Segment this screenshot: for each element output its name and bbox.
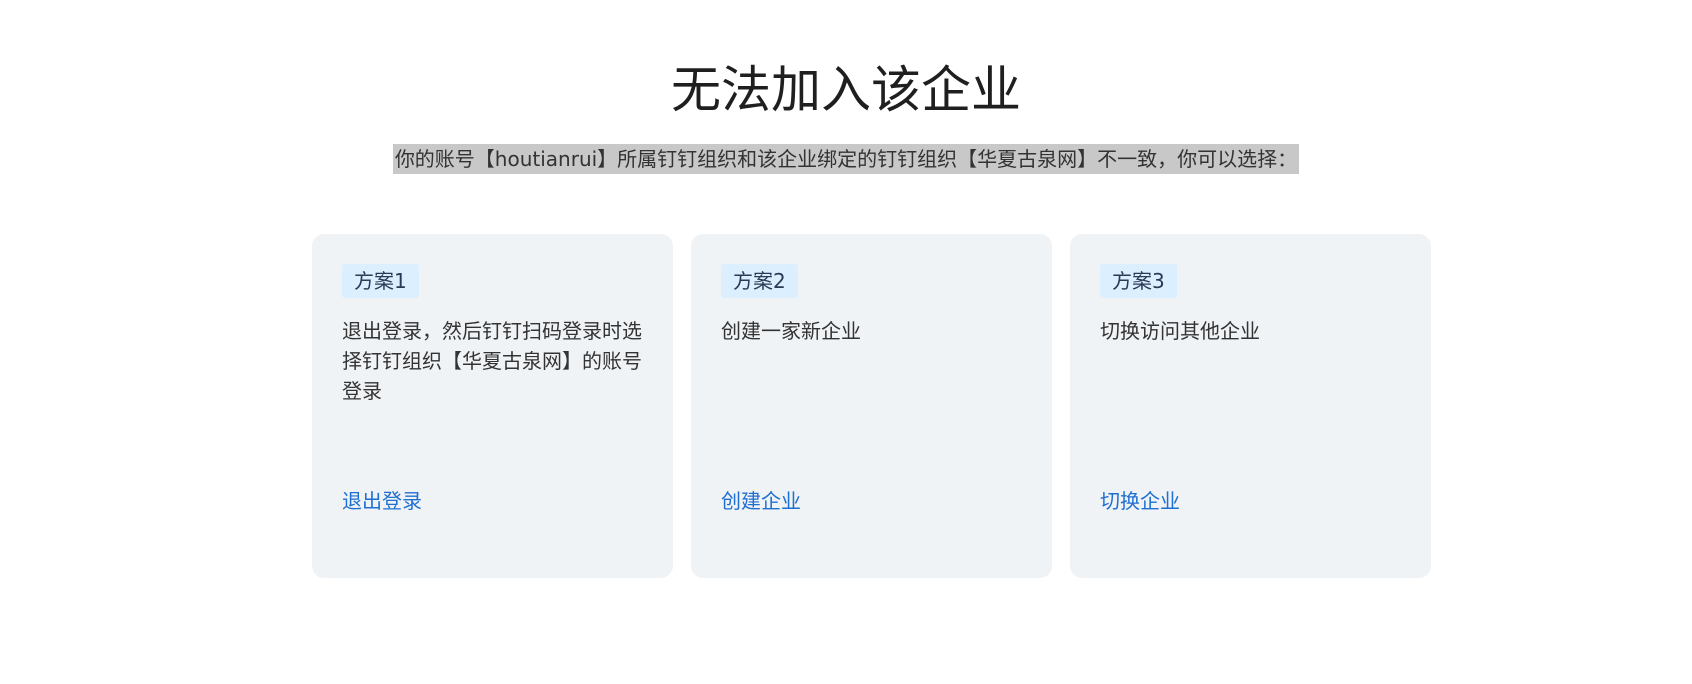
switch-enterprise-link[interactable]: 切换企业 bbox=[1100, 486, 1180, 516]
logout-link[interactable]: 退出登录 bbox=[342, 486, 422, 516]
option-tag: 方案2 bbox=[721, 264, 798, 298]
option-description: 切换访问其他企业 bbox=[1100, 319, 1260, 343]
page: 无法加入该企业 你的账号【houtianrui】所属钉钉组织和该企业绑定的钉钉组… bbox=[0, 0, 1692, 684]
option-card-1: 方案1 退出登录，然后钉钉扫码登录时选择钉钉组织【华夏古泉网】的账号登录 退出登… bbox=[312, 234, 673, 578]
options-list: 方案1 退出登录，然后钉钉扫码登录时选择钉钉组织【华夏古泉网】的账号登录 退出登… bbox=[312, 234, 1432, 578]
create-enterprise-link[interactable]: 创建企业 bbox=[721, 486, 801, 516]
option-card-2: 方案2 创建一家新企业 创建企业 bbox=[691, 234, 1052, 578]
page-title: 无法加入该企业 bbox=[671, 61, 1021, 119]
option-description: 创建一家新企业 bbox=[721, 319, 861, 343]
option-tag: 方案3 bbox=[1100, 264, 1177, 298]
option-tag: 方案1 bbox=[342, 264, 419, 298]
subtitle-container: 你的账号【houtianrui】所属钉钉组织和该企业绑定的钉钉组织【华夏古泉网】… bbox=[0, 144, 1692, 174]
option-card-3: 方案3 切换访问其他企业 切换企业 bbox=[1070, 234, 1431, 578]
page-subtitle: 你的账号【houtianrui】所属钉钉组织和该企业绑定的钉钉组织【华夏古泉网】… bbox=[392, 144, 1300, 174]
option-description: 退出登录，然后钉钉扫码登录时选择钉钉组织【华夏古泉网】的账号登录 bbox=[342, 319, 642, 403]
